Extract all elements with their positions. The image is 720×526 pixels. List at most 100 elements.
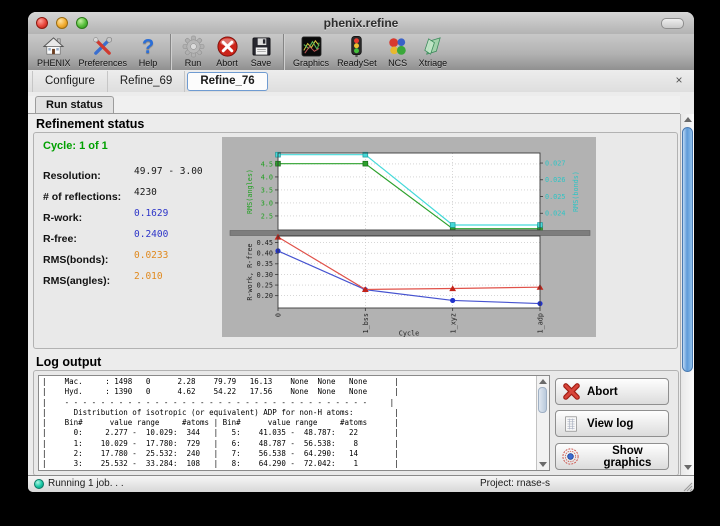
log-text: | Mac. : 1498 0 2.28 79.79 16.13 None No… — [42, 377, 399, 471]
stat-value: 0.1629 — [134, 208, 168, 219]
stat-value: 49.97 - 3.00 — [134, 166, 203, 177]
toolbar-group-app: PHENIX Preferences ? Help — [28, 34, 170, 70]
svg-text:RMS(bonds): RMS(bonds) — [572, 171, 580, 212]
toolbar-graphics-button[interactable]: Graphics — [289, 35, 333, 70]
abort-button[interactable]: Abort — [555, 378, 669, 405]
stat-value: 0.0233 — [134, 250, 168, 261]
toolbar-graphics-label: Graphics — [293, 58, 329, 68]
abort-button-label: Abort — [587, 386, 618, 398]
log-scrollbar[interactable] — [536, 376, 549, 470]
statusbar: Running 1 job. . . Project: rnase-s — [28, 475, 694, 492]
svg-text:2.5: 2.5 — [261, 212, 273, 220]
stat-value: 0.2400 — [134, 229, 168, 240]
svg-text:0.40: 0.40 — [257, 250, 273, 258]
view-log-button[interactable]: View log — [555, 410, 669, 437]
tab-refine-76[interactable]: Refine_76 — [187, 72, 267, 91]
toolbar-save-button[interactable]: Save — [244, 35, 278, 70]
svg-text:RMS(angles): RMS(angles) — [246, 169, 254, 214]
stat-label: Resolution: — [43, 170, 101, 182]
help-question-icon: ? — [135, 35, 161, 58]
toolbar-help-button[interactable]: ? Help — [131, 35, 165, 70]
toolbar-preferences-button[interactable]: Preferences — [75, 35, 132, 70]
stat-row-rms-angles: RMS(angles): 2.010 — [43, 271, 110, 285]
toolbar-phenix-button[interactable]: PHENIX — [33, 35, 75, 70]
resize-grip[interactable] — [681, 480, 693, 492]
svg-text:0: 0 — [275, 313, 283, 317]
log-output-heading: Log output — [36, 355, 101, 369]
svg-text:4.5: 4.5 — [261, 160, 273, 168]
toolbar-readyset-label: ReadySet — [337, 58, 377, 68]
svg-text:1_bss: 1_bss — [362, 313, 370, 333]
refinement-status-heading: Refinement status — [36, 117, 144, 131]
svg-text:0.025: 0.025 — [545, 193, 565, 201]
toolbar-help-label: Help — [139, 58, 158, 68]
svg-text:4.0: 4.0 — [261, 173, 273, 181]
log-scroll-up-icon[interactable] — [539, 379, 547, 384]
tab-close-icon[interactable]: × — [672, 73, 686, 87]
log-output-text-area[interactable]: | Mac. : 1498 0 2.28 79.79 16.13 None No… — [38, 375, 550, 471]
main-tabbar: Configure Refine_69 Refine_76 × — [28, 70, 694, 93]
show-graphics-button[interactable]: Show graphics — [555, 443, 669, 470]
desktop: phenix.refine PHENIX — [0, 0, 720, 526]
log-scroll-down-icon[interactable] — [539, 462, 547, 467]
cycle-status: Cycle: 1 of 1 — [43, 140, 108, 152]
svg-text:0.027: 0.027 — [545, 159, 565, 167]
toolbar-abort-label: Abort — [216, 58, 238, 68]
graphics-density-icon — [298, 35, 324, 58]
toolbar-readyset-button[interactable]: ReadySet — [333, 35, 381, 70]
svg-text:Cycle: Cycle — [399, 330, 419, 338]
preferences-tools-icon — [90, 35, 116, 58]
stat-row-rfree: R-free: 0.2400 — [43, 229, 77, 243]
toolbar-toggle-capsule[interactable] — [661, 18, 684, 29]
status-project-text: Project: rnase-s — [480, 478, 550, 489]
stat-row-resolution: Resolution: 49.97 - 3.00 — [43, 166, 101, 180]
stat-label: R-work: — [43, 212, 82, 224]
svg-text:0.026: 0.026 — [545, 176, 565, 184]
toolbar-run-label: Run — [185, 58, 202, 68]
running-status-icon — [34, 479, 44, 489]
scroll-up-icon[interactable] — [684, 117, 692, 122]
svg-text:3.5: 3.5 — [261, 186, 273, 194]
toolbar-save-label: Save — [251, 58, 272, 68]
window-title: phenix.refine — [28, 16, 694, 30]
tab-configure[interactable]: Configure — [32, 71, 108, 92]
toolbar-abort-button[interactable]: Abort — [210, 35, 244, 70]
stat-label: RMS(bonds): — [43, 254, 108, 266]
main-scrollbar-thumb[interactable] — [682, 127, 693, 372]
ncs-spheres-icon — [385, 35, 411, 58]
show-graphics-button-label: Show graphics — [587, 445, 668, 469]
status-running-text: Running 1 job. . . — [48, 478, 124, 489]
xtriage-crystal-icon — [420, 35, 446, 58]
svg-text:0.20: 0.20 — [257, 292, 273, 300]
tab-refine-69[interactable]: Refine_69 — [108, 71, 185, 92]
toolbar-ncs-label: NCS — [388, 58, 407, 68]
stat-row-rwork: R-work: 0.1629 — [43, 208, 82, 222]
toolbar-ncs-button[interactable]: NCS — [381, 35, 415, 70]
log-scrollbar-thumb[interactable] — [538, 387, 547, 413]
readyset-traffic-light-icon — [344, 35, 370, 58]
view-log-button-label: View log — [587, 418, 633, 430]
stat-value: 2.010 — [134, 271, 163, 282]
refinement-status-panel: Cycle: 1 of 1 Resolution: 49.97 - 3.00 #… — [33, 132, 678, 349]
stat-label: RMS(angles): — [43, 275, 110, 287]
toolbar-xtriage-label: Xtriage — [419, 58, 448, 68]
main-scrollbar[interactable] — [680, 114, 694, 476]
svg-text:0.35: 0.35 — [257, 260, 273, 268]
svg-text:0.25: 0.25 — [257, 281, 273, 289]
titlebar[interactable]: phenix.refine — [28, 12, 694, 34]
run-status-page: Run status Refinement status Cycle: 1 of… — [28, 92, 694, 476]
tab-run-status[interactable]: Run status — [35, 96, 114, 113]
show-graphics-icon — [561, 447, 581, 467]
scroll-down-icon[interactable] — [684, 465, 692, 470]
abort-x-icon — [561, 382, 581, 402]
toolbar-preferences-label: Preferences — [79, 58, 128, 68]
toolbar-run-button[interactable]: Run — [176, 35, 210, 70]
toolbar-xtriage-button[interactable]: Xtriage — [415, 35, 452, 70]
svg-text:1_adp: 1_adp — [537, 313, 545, 333]
svg-text:0.45: 0.45 — [257, 239, 273, 247]
action-buttons: Abort View — [555, 371, 671, 475]
save-floppy-icon — [248, 35, 274, 58]
stat-row-reflections: # of reflections: 4230 — [43, 187, 121, 201]
abort-circle-icon — [214, 35, 240, 58]
toolbar-group-run: Run Abort — [170, 34, 283, 70]
